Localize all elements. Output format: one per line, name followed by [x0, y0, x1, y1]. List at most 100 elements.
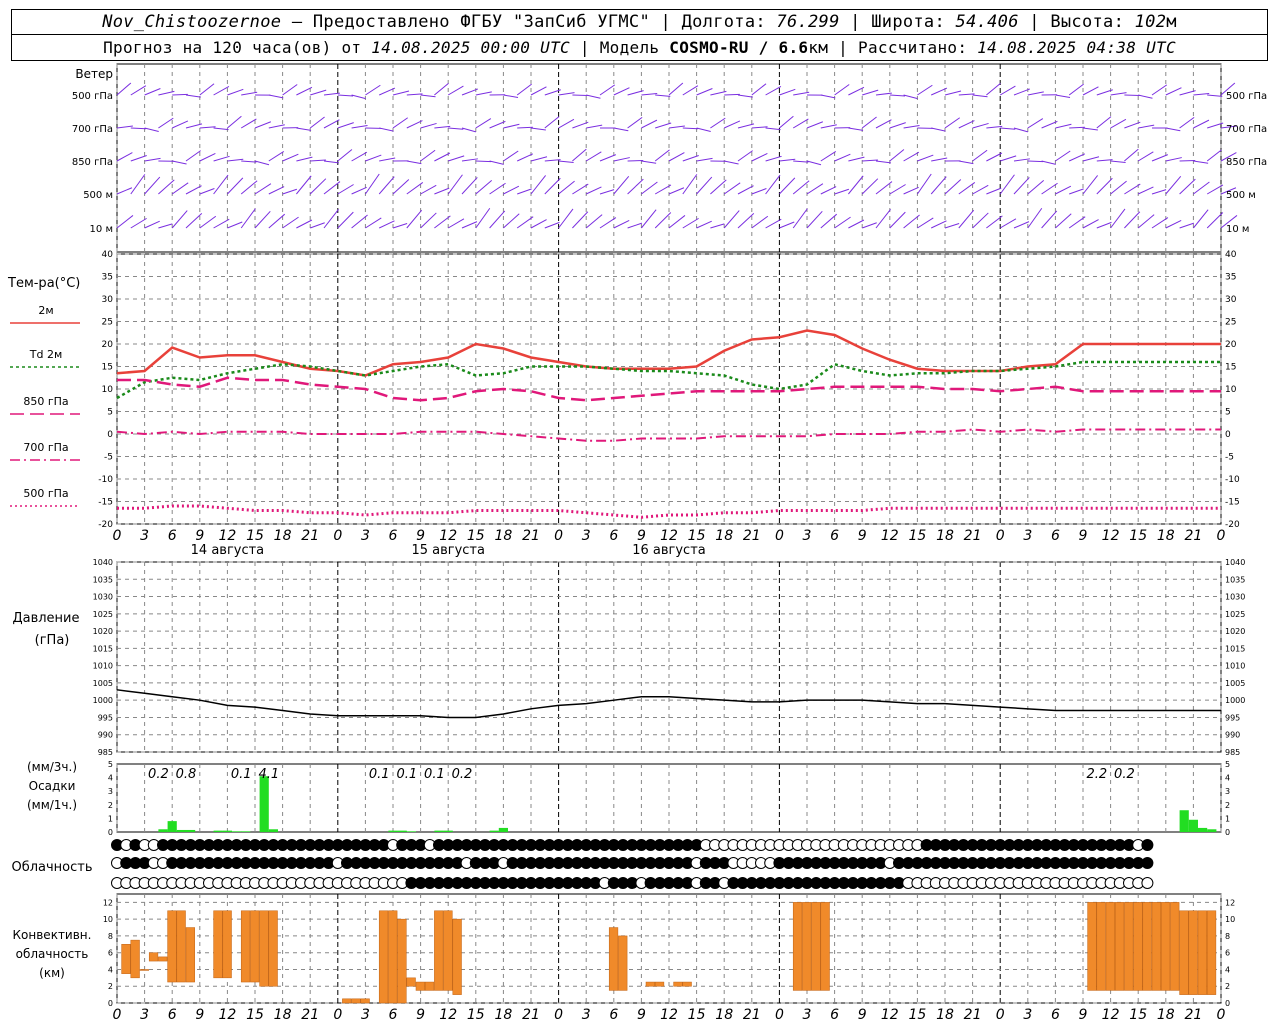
wind-barb: [751, 188, 767, 195]
convective-bar: [452, 918, 462, 995]
temp-x-tick: 3: [140, 528, 149, 544]
wind-barb: [144, 220, 160, 229]
wind-barb: [972, 149, 988, 162]
temp-x-tick: 21: [301, 528, 319, 544]
wind-barb: [530, 219, 547, 229]
wind-level-left: 500 м: [83, 190, 113, 201]
wind-barb: [1069, 126, 1085, 129]
wind-barb: [972, 184, 989, 195]
conv-x-tick: 15: [246, 1007, 264, 1023]
wind-barb: [613, 157, 630, 162]
temp-left-tick: 20: [102, 340, 114, 350]
wind-barb: [309, 116, 325, 129]
wind-barb: [917, 84, 933, 96]
conv-x-tick: 3: [140, 1007, 149, 1023]
wind-barb: [1027, 118, 1044, 129]
wind-barb: [751, 215, 769, 229]
wind-barb: [144, 157, 161, 162]
temp-x-tick: 3: [1023, 528, 1032, 544]
conv-x-tick: 3: [1023, 1007, 1032, 1023]
temp-right-tick: 30: [1225, 295, 1237, 305]
wind-barb: [765, 127, 781, 131]
wind-barb: [1068, 83, 1084, 96]
temp-x-tick: 0: [1217, 528, 1226, 544]
wind-level-right: 500 гПа: [1226, 91, 1267, 102]
wind-barb: [889, 211, 906, 229]
temp-legend-label: 850 гПа: [23, 395, 68, 408]
wind-barb: [296, 219, 313, 229]
precip-label: 0.1: [369, 767, 390, 782]
wind-barb: [213, 86, 230, 96]
precip-right-tick: 5: [1225, 760, 1230, 769]
wind-barb: [1096, 177, 1113, 195]
wind-barb: [116, 82, 132, 96]
wind-barb: [268, 186, 285, 195]
precip-unit-top: (мм/3ч.): [27, 760, 77, 774]
precip-label: 0.8: [176, 767, 197, 782]
wind-barb: [599, 189, 615, 195]
temp-x-tick: 9: [1079, 528, 1088, 544]
wind-barb: [723, 210, 740, 229]
wind-barb: [1193, 181, 1210, 195]
wind-barb: [986, 187, 1002, 195]
temp-legend-label: Td 2м: [29, 348, 63, 361]
temp-legend-label: 500 гПа: [23, 487, 68, 500]
wind-barb: [171, 182, 189, 195]
convective-bar: [1142, 902, 1152, 991]
temp-x-tick: 3: [582, 528, 591, 544]
conv-x-tick: 3: [803, 1007, 812, 1023]
wind-barb: [434, 82, 449, 96]
wind-barb: [282, 153, 299, 162]
conv-right-tick: 4: [1225, 965, 1230, 974]
convective-bar: [645, 981, 655, 987]
wind-barb: [751, 152, 768, 162]
temp-right-tick: 0: [1225, 430, 1231, 440]
temp-x-tick: 0: [333, 528, 342, 544]
wind-barb: [517, 188, 532, 195]
temp-x-tick: 3: [803, 528, 812, 544]
temp-left-tick: 35: [102, 273, 113, 283]
wind-barb: [392, 90, 410, 96]
wind-barb: [682, 174, 698, 195]
wind-barb: [130, 127, 147, 130]
wind-barb: [834, 216, 851, 229]
wind-barb: [627, 90, 644, 96]
wind-barb: [862, 159, 878, 162]
wind-barb: [627, 222, 643, 229]
wind-barb: [696, 220, 712, 229]
temp-left-tick: 25: [102, 318, 113, 328]
temp-x-tick: 3: [361, 528, 370, 544]
wind-barb: [930, 220, 947, 229]
precip-bar: [268, 829, 278, 832]
wind-barb: [558, 160, 574, 163]
temp-left-tick: 15: [102, 363, 113, 373]
wind-barb: [1082, 127, 1098, 131]
wind-level-right: 700 гПа: [1226, 124, 1267, 135]
wind-barb: [751, 83, 767, 96]
wind-barb: [503, 150, 519, 162]
wind-barb: [1165, 219, 1182, 229]
wind-barb: [834, 188, 850, 195]
temp-x-tick: 15: [467, 528, 485, 544]
temp-right-tick: -15: [1225, 498, 1240, 508]
convective-bar: [1124, 902, 1134, 991]
convective-bar: [1160, 902, 1171, 991]
wind-barb: [392, 223, 408, 229]
wind-barb: [1124, 211, 1141, 229]
precip-label: 0.2: [452, 767, 473, 782]
wind-barb: [171, 120, 189, 129]
wind-barb: [724, 160, 739, 165]
wind-barb: [282, 84, 298, 96]
conv-right-tick: 2: [1225, 982, 1230, 991]
temp-left-tick: 0: [107, 430, 113, 440]
wind-barb: [682, 127, 699, 130]
wind-barb: [668, 152, 685, 162]
conv-x-tick: 15: [908, 1007, 926, 1023]
wind-barb: [627, 116, 643, 129]
temp-x-tick: 15: [688, 528, 706, 544]
wind-barb: [461, 221, 478, 229]
precip-left-tick: 2: [108, 801, 113, 810]
precip-bar: [167, 821, 177, 832]
wind-barb: [641, 160, 657, 164]
conv-x-tick: 21: [1184, 1007, 1202, 1023]
